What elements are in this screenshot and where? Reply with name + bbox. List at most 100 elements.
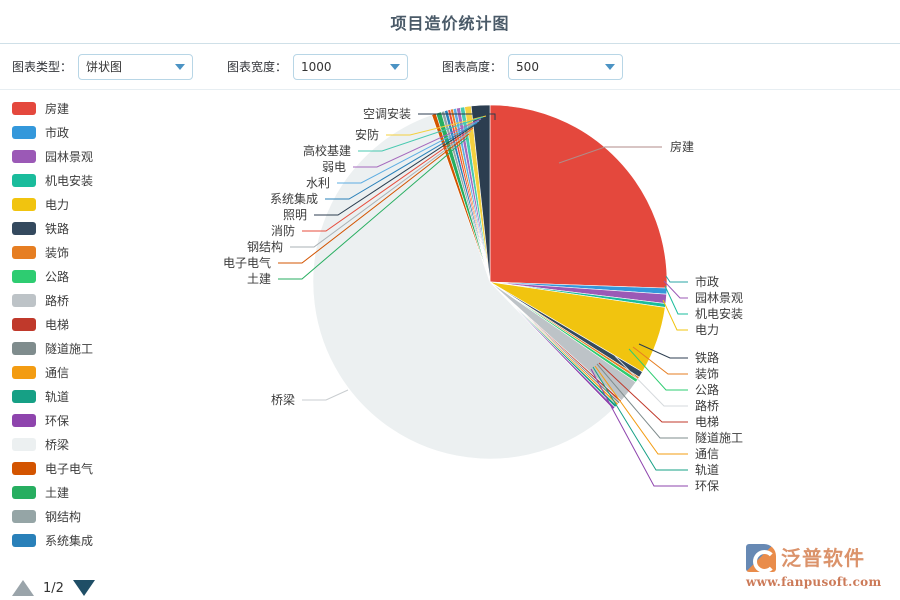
pie-slice-label: 机电安装 (695, 306, 743, 321)
chart-width-label: 图表宽度： (227, 58, 287, 75)
pie-slice-label: 高校基建 (303, 143, 351, 158)
page-title: 项目造价统计图 (390, 10, 509, 34)
legend-item-label: 钢结构 (45, 508, 81, 525)
chart-height-label: 图表高度： (442, 58, 502, 75)
legend-item-label: 电力 (45, 196, 69, 213)
page-header: 项目造价统计图 (0, 0, 900, 44)
chart-type-value: 饼状图 (86, 61, 122, 73)
legend-item-label: 装饰 (45, 244, 69, 261)
chart-height-select[interactable]: 500 (508, 54, 623, 80)
pie-slice-label: 桥梁 (271, 392, 295, 407)
legend-item[interactable]: 土建 (0, 480, 150, 504)
legend-item[interactable]: 轨道 (0, 384, 150, 408)
legend-item-label: 通信 (45, 364, 69, 381)
pie-slice-label: 消防 (271, 223, 295, 238)
chart-width-field: 图表宽度： 1000 (227, 54, 408, 80)
pie-slice-label: 公路 (695, 382, 719, 397)
pie-slice-label: 市政 (695, 274, 719, 289)
pie-slice-label: 环保 (695, 479, 719, 493)
label-leader-line (302, 390, 348, 400)
chart-type-field: 图表类型： 饼状图 (12, 54, 193, 80)
legend-item-label: 土建 (45, 484, 69, 501)
legend-swatch (12, 222, 36, 235)
pie-slice-label: 隧道施工 (695, 430, 743, 445)
chart-type-select[interactable]: 饼状图 (78, 54, 193, 80)
pie-slice-label: 系统集成 (270, 191, 318, 206)
legend-item-label: 桥梁 (45, 436, 69, 453)
chevron-down-icon (605, 64, 615, 70)
legend-item[interactable]: 钢结构 (0, 504, 150, 528)
chevron-down-icon (390, 64, 400, 70)
chart-page: 项目造价统计图 图表类型： 饼状图 图表宽度： 1000 图表高度： 500 (0, 0, 900, 600)
legend-swatch (12, 534, 36, 547)
pie-slice-label: 轨道 (695, 463, 719, 477)
legend-swatch (12, 318, 36, 331)
pie-slice-label: 空调安装 (363, 106, 411, 121)
legend-item[interactable]: 电梯 (0, 312, 150, 336)
pie-slice-label: 土建 (247, 272, 271, 286)
legend-item-label: 铁路 (45, 220, 69, 237)
chevron-down-icon (175, 64, 185, 70)
legend-pager: 1/2 (12, 580, 95, 596)
pie-slice[interactable] (490, 105, 667, 288)
pie-slice-label: 照明 (283, 208, 307, 222)
legend-swatch (12, 366, 36, 379)
legend-swatch (12, 438, 36, 451)
pager-text: 1/2 (43, 581, 64, 596)
legend-item[interactable]: 系统集成 (0, 528, 150, 552)
pie-slice-label: 钢结构 (247, 239, 283, 254)
pie-slice-label: 园林景观 (695, 291, 743, 305)
pie-slice-label: 路桥 (695, 398, 719, 413)
legend-item[interactable]: 公路 (0, 264, 150, 288)
legend-item[interactable]: 电子电气 (0, 456, 150, 480)
chart-options-toolbar: 图表类型： 饼状图 图表宽度： 1000 图表高度： 500 (0, 44, 900, 90)
pie-slice-label: 水利 (306, 176, 330, 190)
legend-item-label: 路桥 (45, 292, 69, 309)
legend-swatch (12, 342, 36, 355)
legend-item[interactable]: 装饰 (0, 240, 150, 264)
triangle-down-icon[interactable] (73, 580, 95, 596)
legend-item-label: 电梯 (45, 316, 69, 333)
legend-item[interactable]: 铁路 (0, 216, 150, 240)
legend-item[interactable]: 房建 (0, 96, 150, 120)
legend-item-label: 房建 (45, 100, 69, 117)
legend-item[interactable]: 隧道施工 (0, 336, 150, 360)
legend-item-label: 园林景观 (45, 148, 93, 165)
pie-chart-container: 房建市政园林景观机电安装电力铁路装饰公路路桥电梯隧道施工通信轨道环保空调安装安防… (150, 90, 900, 600)
legend-item[interactable]: 市政 (0, 120, 150, 144)
pie-slice-label: 电梯 (695, 415, 719, 429)
label-leader-line (665, 286, 688, 314)
legend-swatch (12, 198, 36, 211)
label-leader-line (663, 300, 688, 330)
legend-item[interactable]: 环保 (0, 408, 150, 432)
pie-slice-label: 电子电气 (223, 255, 271, 270)
legend-swatch (12, 270, 36, 283)
chart-width-select[interactable]: 1000 (293, 54, 408, 80)
legend-item[interactable]: 电力 (0, 192, 150, 216)
legend-swatch (12, 390, 36, 403)
pie-slice-label: 铁路 (695, 350, 719, 365)
chart-height-value: 500 (516, 61, 539, 73)
pie-slice-label: 房建 (670, 139, 694, 154)
legend-item[interactable]: 园林景观 (0, 144, 150, 168)
legend-swatch (12, 462, 36, 475)
chart-type-label: 图表类型： (12, 58, 72, 75)
legend-swatch (12, 102, 36, 115)
chart-width-value: 1000 (301, 61, 332, 73)
legend-item-label: 电子电气 (45, 460, 93, 477)
pie-slice-label: 通信 (695, 447, 719, 461)
legend-item[interactable]: 桥梁 (0, 432, 150, 456)
pie-slice-label: 弱电 (322, 160, 346, 174)
pie-slice-label: 电力 (695, 323, 719, 337)
legend-item-label: 市政 (45, 124, 69, 141)
chart-height-field: 图表高度： 500 (442, 54, 623, 80)
label-leader-line (664, 281, 688, 298)
triangle-up-icon[interactable] (12, 580, 34, 596)
legend-swatch (12, 174, 36, 187)
legend-item[interactable]: 机电安装 (0, 168, 150, 192)
legend-item[interactable]: 路桥 (0, 288, 150, 312)
chart-body: 房建市政园林景观机电安装电力铁路装饰公路路桥电梯隧道施工通信轨道环保桥梁电子电气… (0, 90, 900, 600)
chart-legend: 房建市政园林景观机电安装电力铁路装饰公路路桥电梯隧道施工通信轨道环保桥梁电子电气… (0, 96, 150, 552)
pie-chart[interactable]: 房建市政园林景观机电安装电力铁路装饰公路路桥电梯隧道施工通信轨道环保空调安装安防… (150, 90, 900, 600)
legend-item[interactable]: 通信 (0, 360, 150, 384)
